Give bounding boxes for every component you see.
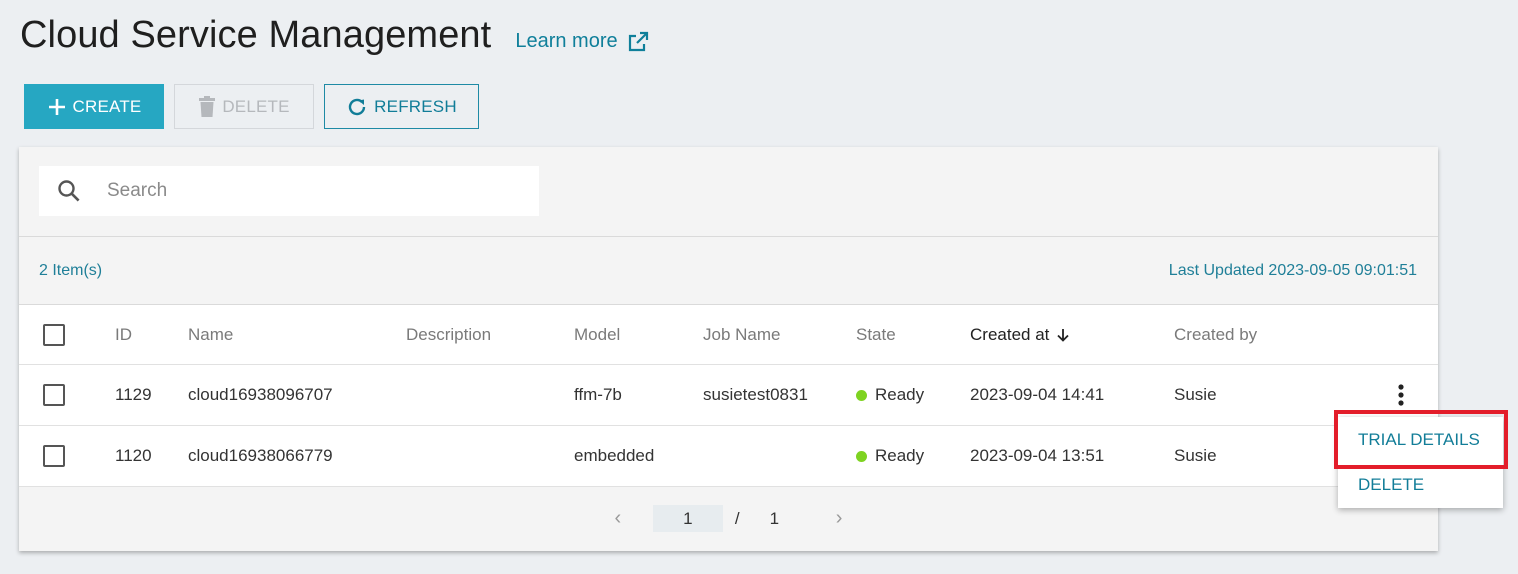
row-checkbox[interactable] — [43, 384, 65, 406]
search-box — [39, 166, 539, 216]
page-separator: / — [734, 508, 740, 528]
cell-model: ffm-7b — [574, 385, 622, 404]
cell-created-by: Susie — [1174, 446, 1217, 465]
create-button-label: CREATE — [72, 96, 142, 116]
status-dot-icon — [856, 450, 867, 462]
status-dot-icon — [856, 389, 867, 401]
row-actions-button[interactable] — [1390, 365, 1412, 425]
column-header-name[interactable]: Name — [188, 305, 233, 364]
refresh-button[interactable]: REFRESH — [324, 84, 479, 129]
delete-button[interactable]: DELETE — [174, 84, 314, 129]
cell-created-at: 2023-09-04 14:41 — [970, 385, 1105, 404]
cell-state: Ready — [856, 426, 924, 486]
last-updated: Last Updated 2023-09-05 09:01:51 — [1168, 262, 1417, 279]
total-pages: 1 — [769, 508, 780, 528]
cell-state: Ready — [856, 365, 924, 425]
state-label: Ready — [875, 385, 925, 404]
cell-name: cloud16938096707 — [188, 385, 333, 404]
cell-model: embedded — [574, 446, 655, 465]
item-count: 2 Item(s) — [39, 262, 103, 279]
cell-created-at: 2023-09-04 13:51 — [970, 446, 1105, 465]
pagination: ‹ 1 / 1 › — [19, 488, 1438, 549]
column-header-description[interactable]: Description — [406, 305, 491, 364]
external-link-icon — [628, 31, 648, 51]
more-vertical-icon — [1398, 384, 1404, 406]
search-icon — [58, 180, 80, 202]
page-header: Cloud Service Management Learn more — [20, 14, 650, 57]
column-header-model[interactable]: Model — [574, 305, 620, 364]
create-button[interactable]: CREATE — [24, 84, 164, 129]
info-bar: 2 Item(s) Last Updated 2023-09-05 09:01:… — [19, 236, 1438, 305]
row-select-cell — [43, 426, 65, 486]
refresh-button-label: REFRESH — [374, 96, 457, 116]
learn-more-label: Learn more — [515, 30, 618, 52]
state-label: Ready — [875, 446, 925, 465]
menu-item-delete[interactable]: DELETE — [1338, 462, 1503, 507]
next-page-button[interactable]: › — [829, 507, 849, 530]
page-title: Cloud Service Management — [20, 14, 492, 56]
table-row[interactable]: 1129 cloud16938096707 ffm-7b susietest08… — [19, 365, 1438, 426]
table-header: ID Name Description Model Job Name State… — [19, 305, 1438, 365]
menu-item-trial-details[interactable]: TRIAL DETAILS — [1338, 417, 1503, 462]
cell-id: 1129 — [115, 385, 152, 404]
plus-icon — [48, 98, 65, 115]
cell-job-name: susietest0831 — [703, 385, 808, 404]
select-all-checkbox[interactable] — [43, 323, 65, 346]
column-header-created-at[interactable]: Created at — [970, 305, 1071, 364]
sort-descending-icon — [1057, 328, 1070, 342]
refresh-icon — [349, 98, 366, 115]
services-table: ID Name Description Model Job Name State… — [19, 304, 1438, 487]
search-input[interactable] — [107, 180, 487, 202]
learn-more-link[interactable]: Learn more — [515, 30, 649, 54]
current-page-input[interactable]: 1 — [652, 505, 723, 532]
table-row[interactable]: 1120 cloud16938066779 embedded Ready 202… — [19, 426, 1438, 487]
row-actions-menu: TRIAL DETAILS DELETE — [1338, 417, 1503, 508]
row-select-cell — [43, 365, 65, 425]
column-header-created-by[interactable]: Created by — [1174, 305, 1257, 364]
prev-page-button[interactable]: ‹ — [608, 507, 628, 530]
cell-created-by: Susie — [1174, 385, 1217, 404]
toolbar: CREATE DELETE REFRESH — [24, 84, 479, 129]
services-card: 2 Item(s) Last Updated 2023-09-05 09:01:… — [19, 147, 1438, 551]
select-all-cell — [43, 305, 65, 364]
cell-id: 1120 — [115, 446, 152, 465]
column-header-state[interactable]: State — [856, 305, 896, 364]
cell-name: cloud16938066779 — [188, 446, 333, 465]
column-header-job-name[interactable]: Job Name — [703, 305, 780, 364]
column-header-id[interactable]: ID — [115, 305, 132, 364]
trash-icon — [199, 95, 216, 117]
row-checkbox[interactable] — [43, 445, 65, 467]
created-at-label: Created at — [970, 324, 1050, 344]
delete-button-label: DELETE — [222, 96, 290, 116]
